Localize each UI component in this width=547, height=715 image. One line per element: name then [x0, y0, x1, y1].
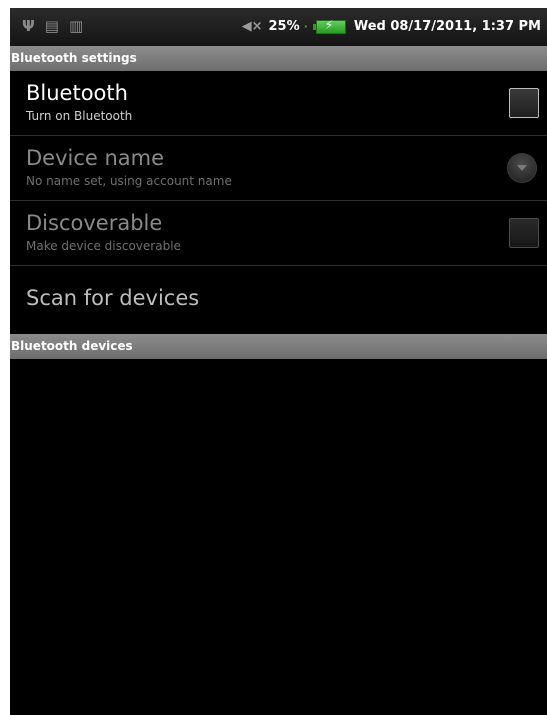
- setting-discoverable[interactable]: Discoverable Make device discoverable: [10, 201, 547, 266]
- section-header-label: Bluetooth devices: [11, 339, 133, 353]
- setting-title: Device name: [26, 146, 165, 170]
- section-header-bluetooth-devices: Bluetooth devices: [10, 334, 547, 359]
- chevron-down-icon[interactable]: [507, 153, 537, 183]
- android-debug-icon: ▤: [44, 17, 59, 35]
- status-bar: Ψ ▤ ▥ ◀× 25% · Wed 08/17/2011, 1:37 PM: [10, 8, 547, 46]
- phone-screen: Ψ ▤ ▥ ◀× 25% · Wed 08/17/2011, 1:37 PM B…: [10, 8, 547, 715]
- device-list: [10, 359, 547, 715]
- status-datetime: Wed 08/17/2011, 1:37 PM: [353, 19, 541, 34]
- scan-label: Scan for devices: [26, 286, 200, 310]
- setting-device-name[interactable]: Device name No name set, using account n…: [10, 136, 547, 201]
- muted-speaker-icon: ◀×: [241, 19, 263, 34]
- notification-icons: Ψ ▤ ▥: [22, 17, 83, 35]
- bluetooth-checkbox[interactable]: [509, 88, 539, 118]
- system-status: ◀× 25% · Wed 08/17/2011, 1:37 PM: [241, 18, 541, 35]
- usb-icon: Ψ: [22, 17, 35, 35]
- section-header-label: Bluetooth settings: [11, 51, 137, 65]
- setting-summary: No name set, using account name: [26, 174, 232, 188]
- setting-bluetooth[interactable]: Bluetooth Turn on Bluetooth: [10, 71, 547, 136]
- battery-percent: 25%: [268, 19, 300, 34]
- setting-title: Discoverable: [26, 211, 163, 235]
- battery-charging-icon: [312, 18, 346, 34]
- setting-summary: Make device discoverable: [26, 239, 181, 253]
- section-header-bluetooth-settings: Bluetooth settings: [10, 46, 547, 71]
- setting-summary: Turn on Bluetooth: [26, 109, 133, 123]
- sd-card-icon: ▥: [68, 17, 84, 35]
- setting-title: Bluetooth: [26, 81, 128, 105]
- scan-for-devices-button[interactable]: Scan for devices: [10, 266, 547, 334]
- charging-dot-icon: ·: [303, 20, 308, 33]
- discoverable-checkbox[interactable]: [509, 218, 539, 248]
